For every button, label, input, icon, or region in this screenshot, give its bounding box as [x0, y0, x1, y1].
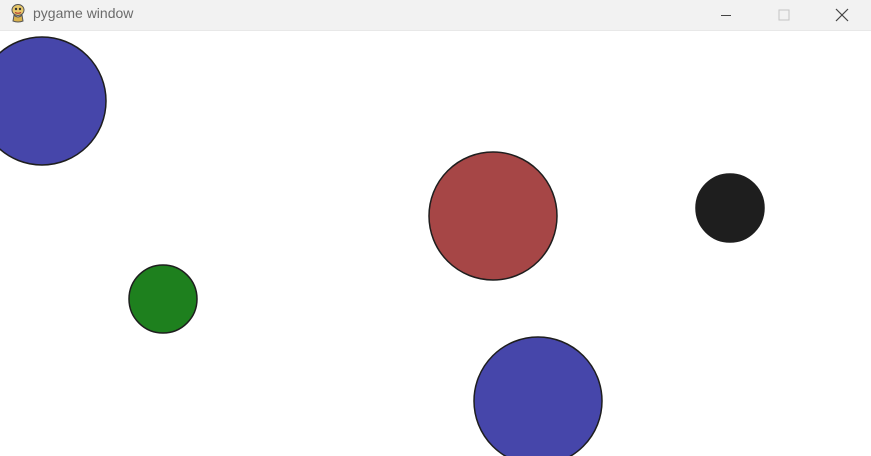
game-canvas[interactable]: [0, 31, 871, 456]
blue-circle-top-left: [0, 36, 107, 166]
title-bar[interactable]: pygame window: [0, 0, 871, 31]
green-circle: [128, 264, 198, 334]
pygame-window: pygame window: [0, 0, 871, 456]
scene-svg: [0, 36, 765, 456]
maximize-icon: [778, 9, 790, 21]
close-icon: [835, 8, 849, 22]
close-button[interactable]: [813, 0, 871, 30]
red-circle: [428, 151, 558, 281]
blue-circle-bottom: [473, 336, 603, 456]
maximize-button[interactable]: [755, 0, 813, 30]
window-title: pygame window: [33, 5, 134, 21]
black-circle: [695, 173, 765, 243]
minimize-button[interactable]: [697, 0, 755, 30]
minimize-icon: [720, 9, 732, 21]
pygame-snake-icon: [9, 3, 27, 23]
